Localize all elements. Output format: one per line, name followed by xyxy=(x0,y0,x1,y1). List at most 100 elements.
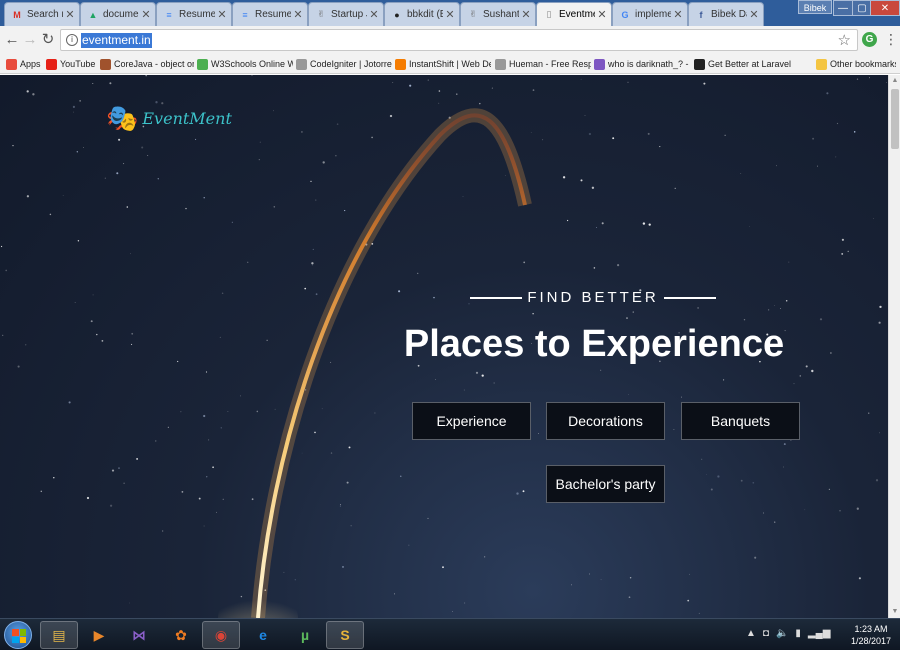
volume-icon[interactable]: 🔈 xyxy=(776,628,788,639)
site-logo[interactable]: 🎭 EventMent xyxy=(106,105,232,131)
peace-icon: ✌ xyxy=(469,9,477,19)
brand-name: EventMent xyxy=(142,108,232,128)
bookmark-label: InstantShift | Web Des xyxy=(409,59,491,69)
visual-studio-icon[interactable]: ⋈ xyxy=(120,621,158,649)
browser-tab[interactable]: ✌ Sushant K✕ xyxy=(460,2,536,26)
w3schools-icon xyxy=(197,58,208,70)
facebook-icon: f xyxy=(699,9,703,20)
menu-dots-icon[interactable]: ⋮ xyxy=(884,32,898,47)
close-window-button[interactable]: ✕ xyxy=(870,0,900,16)
close-tab-icon[interactable]: ✕ xyxy=(747,8,761,21)
laracasts-icon xyxy=(694,58,705,70)
subheading-text: FIND BETTER xyxy=(527,289,659,306)
tab-title: Resume xyxy=(255,9,291,20)
close-tab-icon[interactable]: ✕ xyxy=(63,8,77,21)
bookmark-label: Hueman - Free Respo xyxy=(509,59,591,69)
bookmark-item[interactable]: Other bookmarks xyxy=(816,57,896,71)
bookmark-item[interactable]: YouTube xyxy=(46,57,98,71)
close-tab-icon[interactable]: ✕ xyxy=(291,8,305,21)
internet-explorer-icon[interactable]: e xyxy=(244,621,282,649)
bookmark-label: CodeIgniter | Jotorres xyxy=(310,59,392,69)
windows-logo-icon xyxy=(12,629,26,643)
bookmark-item[interactable]: InstantShift | Web Des xyxy=(395,57,491,71)
browser-toolbar: ← → ↻ i eventment.in ☆ xyxy=(0,26,900,54)
page-icon xyxy=(296,58,307,70)
instantshift-icon xyxy=(395,58,406,70)
browser-tab[interactable]: ≡ Resume ✕ xyxy=(232,2,308,26)
system-clock[interactable]: 1:23 AM 1/28/2017 xyxy=(846,623,896,647)
tab-title: Resume xyxy=(179,9,215,20)
close-tab-icon[interactable]: ✕ xyxy=(443,8,457,21)
avatar-icon xyxy=(100,58,111,70)
bookmark-star-icon[interactable]: ☆ xyxy=(838,31,851,49)
action-center-icon[interactable]: ◘ xyxy=(763,628,769,639)
browser-tab[interactable]: M Search re✕ xyxy=(4,2,80,26)
utorrent-icon[interactable]: µ xyxy=(286,621,324,649)
google-icon: G xyxy=(621,9,629,20)
tab-title: documen xyxy=(103,9,139,20)
tab-title: bbkdit (Bi xyxy=(407,9,443,20)
browser-tab[interactable]: ✌ Startup Je✕ xyxy=(308,2,384,26)
minimize-button[interactable]: — xyxy=(833,0,853,16)
uc-browser-icon[interactable]: ✿ xyxy=(162,621,200,649)
url-text[interactable]: eventment.in xyxy=(81,33,152,48)
chrome-icon[interactable]: ◉ xyxy=(202,621,240,649)
media-player-icon[interactable]: ▶ xyxy=(80,621,118,649)
scroll-up-icon[interactable]: ▲ xyxy=(889,75,900,87)
show-hidden-icons-icon[interactable]: ▲ xyxy=(746,628,756,639)
bookmark-item[interactable]: W3Schools Online We xyxy=(197,57,293,71)
hero-subheading: FIND BETTER xyxy=(470,289,716,306)
youtube-icon xyxy=(46,58,57,70)
windows-taskbar: ▲ ◘ 🔈 ▮ ▂▄▆ 1:23 AM 1/28/2017 ▤ ▶ ⋈ ✿ ◉ e µ S xyxy=(0,618,900,650)
close-tab-icon[interactable]: ✕ xyxy=(671,8,685,21)
start-button[interactable] xyxy=(4,621,32,649)
close-tab-icon[interactable]: ✕ xyxy=(519,8,533,21)
close-tab-icon[interactable]: ✕ xyxy=(367,8,381,21)
address-bar[interactable]: i eventment.in ☆ xyxy=(60,29,858,51)
profile-button[interactable]: Bibek xyxy=(798,0,832,14)
peace-icon: ✌ xyxy=(317,9,325,19)
browser-tab[interactable]: ▲ documen✕ xyxy=(80,2,156,26)
page-icon: ▯ xyxy=(546,9,552,19)
browser-tab[interactable]: ● bbkdit (Bi✕ xyxy=(384,2,460,26)
close-tab-icon[interactable]: ✕ xyxy=(595,8,609,21)
file-explorer-icon[interactable]: ▤ xyxy=(40,621,78,649)
quora-icon xyxy=(594,58,605,70)
bookmark-item[interactable]: who is dariknath_? - Q xyxy=(594,57,690,71)
reload-icon[interactable]: ↻ xyxy=(40,32,56,48)
vertical-scrollbar[interactable]: ▲ ▼ xyxy=(888,75,900,618)
drive-icon: ▲ xyxy=(88,9,98,20)
network-icon[interactable]: ▮ xyxy=(795,628,801,639)
forward-arrow-icon[interactable]: → xyxy=(22,32,38,48)
bookmark-item[interactable]: Apps xyxy=(6,57,44,71)
grammarly-extension-icon[interactable]: G xyxy=(862,32,877,47)
bookmark-item[interactable]: Get Better at Laravel xyxy=(694,57,794,71)
back-arrow-icon[interactable]: ← xyxy=(4,32,20,48)
close-tab-icon[interactable]: ✕ xyxy=(139,8,153,21)
site-info-icon[interactable]: i xyxy=(66,34,78,46)
browser-tab[interactable]: f Bibek Das✕ xyxy=(688,2,764,26)
browser-tab[interactable]: ▯ Eventmen✕ xyxy=(536,2,612,26)
slack-icon[interactable]: S xyxy=(326,621,364,649)
bookmark-item[interactable]: CoreJava - object orie xyxy=(100,57,194,71)
banquets-button[interactable]: Banquets xyxy=(681,402,800,440)
tab-title: implemen xyxy=(635,9,671,20)
signal-icon[interactable]: ▂▄▆ xyxy=(808,628,830,639)
tab-title: Eventmen xyxy=(559,9,595,20)
experience-button[interactable]: Experience xyxy=(412,402,531,440)
bachelors-party-button[interactable]: Bachelor's party xyxy=(546,465,665,503)
clock-date: 1/28/2017 xyxy=(850,636,892,646)
bookmark-item[interactable]: Hueman - Free Respo xyxy=(495,57,591,71)
divider-right xyxy=(664,296,716,299)
decorations-button[interactable]: Decorations xyxy=(546,402,665,440)
maximize-button[interactable]: ▢ xyxy=(852,0,872,16)
scroll-thumb[interactable] xyxy=(891,89,899,149)
close-tab-icon[interactable]: ✕ xyxy=(215,8,229,21)
bookmark-label: CoreJava - object orie xyxy=(114,59,194,69)
scroll-down-icon[interactable]: ▼ xyxy=(889,606,900,618)
browser-tab[interactable]: Gimplemen✕ xyxy=(612,2,688,26)
tab-title: Bibek Das xyxy=(711,9,747,20)
tab-title: Sushant K xyxy=(483,9,519,20)
bookmark-item[interactable]: CodeIgniter | Jotorres xyxy=(296,57,392,71)
browser-tab[interactable]: ≡ Resume ✕ xyxy=(156,2,232,26)
